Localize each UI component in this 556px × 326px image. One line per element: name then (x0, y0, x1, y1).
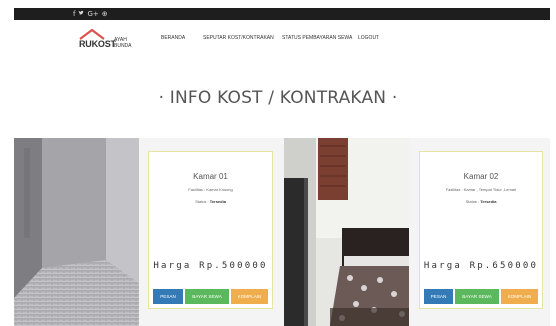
facebook-icon[interactable]: f (73, 8, 75, 20)
room-status: Status : Tersedia (149, 199, 272, 204)
room-01-photo-art (14, 138, 139, 326)
pesan-button[interactable]: PESAN (424, 289, 453, 304)
room-status-label: Status : (195, 199, 210, 204)
komplain-button[interactable]: KOMPLAIN (231, 289, 268, 304)
room-actions: PESAN BAYAR SEWA KOMPLAIN (153, 289, 268, 304)
room-status: Status : Tersedia (420, 199, 542, 204)
right-gutter (550, 0, 556, 326)
page-title: · INFO KOST / KONTRAKAN · (158, 88, 398, 108)
room-02-photo (284, 138, 409, 326)
room-name: Kamar 01 (193, 172, 228, 181)
komplain-button[interactable]: KOMPLAIN (501, 289, 538, 304)
twitter-icon[interactable] (78, 8, 84, 20)
nav-item-seputar-kost[interactable]: SEPUTAR KOST/KONTRAKAN (203, 32, 274, 44)
left-gutter (0, 0, 14, 326)
pesan-button[interactable]: PESAN (153, 289, 183, 304)
pinterest-icon[interactable]: ⊕ (102, 8, 108, 20)
room-facilities: Fasilitas : Kamar Kosong (188, 187, 233, 192)
main-nav: BERANDA SEPUTAR KOST/KONTRAKAN STATUS PE… (0, 32, 556, 44)
room-status-value: Tersedia (480, 199, 497, 204)
bayar-sewa-button[interactable]: BAYAR SEWA (455, 289, 499, 304)
nav-item-beranda[interactable]: BERANDA (161, 32, 185, 44)
room-price: Harga Rp.650000 (423, 261, 539, 271)
nav-item-logout[interactable]: LOGOUT (358, 32, 379, 44)
room-card-02: Kamar 02 Fasilitas : Kamar , Tempat Tidu… (419, 151, 543, 309)
room-status-label: Status : (465, 199, 481, 204)
twitter-bird-icon (79, 10, 84, 15)
social-links: f G+ ⊕ (73, 8, 108, 20)
room-actions: PESAN BAYAR SEWA KOMPLAIN (424, 289, 538, 304)
room-status-value: Tersedia (209, 199, 226, 204)
room-card-01: Kamar 01 Fasilitas : Kamar Kosong Status… (148, 151, 273, 309)
room-facilities: Fasilitas : Kamar , Tempat Tidur ,Lemari (445, 187, 517, 192)
google-plus-icon[interactable]: G+ (87, 8, 98, 20)
room-name: Kamar 02 (463, 172, 499, 181)
room-price: Harga Rp.500000 (153, 261, 268, 271)
nav-item-status-pembayaran[interactable]: STATUS PEMBAYARAN SEWA (282, 32, 352, 44)
bayar-sewa-button[interactable]: BAYAR SEWA (185, 289, 229, 304)
room-02-photo-art (284, 138, 409, 326)
room-01-photo (14, 138, 139, 326)
